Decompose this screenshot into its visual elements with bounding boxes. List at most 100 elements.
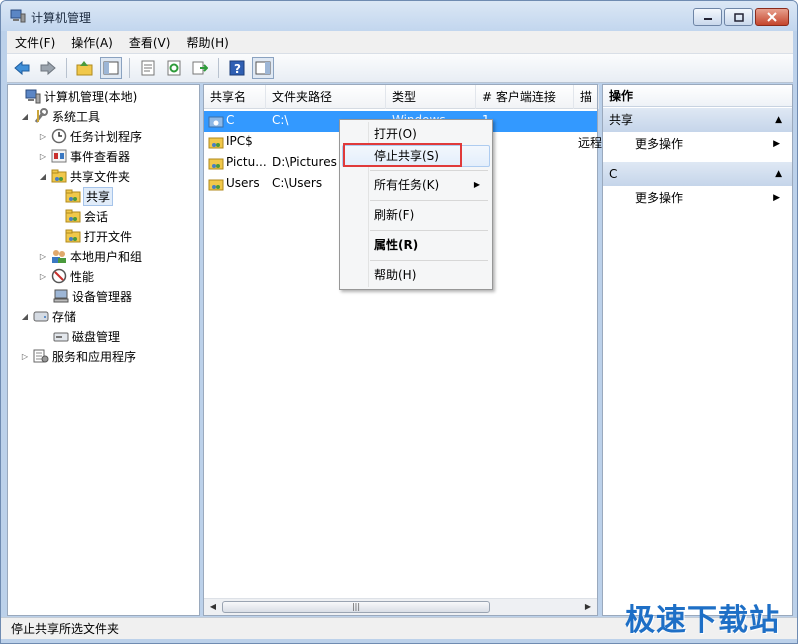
collapse-up-icon[interactable]: ▲ [775, 162, 782, 186]
tree-item-label: 会话 [84, 209, 109, 224]
tree-item-label: 性能 [70, 269, 95, 284]
toolbar-separator [129, 58, 130, 78]
shared-folder-icon [65, 229, 81, 243]
tree-item-label: 共享文件夹 [70, 169, 131, 184]
tree-item-event-viewer[interactable]: ▷ 事件查看器 [38, 146, 130, 166]
column-header-folder-path[interactable]: 文件夹路径 [266, 85, 386, 109]
shared-folder-icon [65, 209, 81, 223]
tree-item-storage[interactable]: ◢ 存储 [20, 306, 76, 326]
forward-button[interactable] [37, 57, 59, 79]
tree-item-label: 事件查看器 [70, 149, 131, 164]
tree-item-shared-folders[interactable]: ◢ 共享文件夹 [38, 166, 130, 186]
forward-icon [40, 60, 56, 76]
export-list-button[interactable] [189, 57, 211, 79]
scroll-right-icon[interactable]: ▶ [582, 601, 594, 613]
context-menu-refresh[interactable]: 刷新(F) [342, 204, 490, 226]
action-section-title: 共享 [609, 113, 634, 127]
tree-item-label: 设备管理器 [72, 289, 133, 304]
up-icon [76, 61, 93, 76]
context-menu-open[interactable]: 打开(O) [342, 123, 490, 145]
show-hide-action-pane-button[interactable] [252, 57, 274, 79]
performance-icon [51, 268, 67, 284]
scroll-left-icon[interactable]: ◀ [207, 601, 219, 613]
column-header-share-name[interactable]: 共享名 [204, 85, 266, 109]
close-icon [767, 12, 777, 22]
folder-path: C:\Users [272, 176, 323, 190]
disk-icon [53, 332, 69, 342]
context-menu-label: 所有任务(K) [374, 178, 440, 192]
maximize-icon [733, 12, 744, 22]
show-hide-tree-icon [103, 61, 119, 75]
menu-view[interactable]: 查看(V) [121, 34, 179, 51]
maximize-button[interactable] [724, 8, 753, 26]
expand-arrow-icon[interactable]: ▷ [38, 152, 48, 161]
more-actions-item[interactable]: 更多操作 ▶ [603, 186, 792, 210]
context-menu-separator [370, 260, 488, 261]
shared-folder-icon [51, 169, 67, 183]
refresh-button[interactable] [163, 57, 185, 79]
more-actions-item[interactable]: 更多操作 ▶ [603, 132, 792, 156]
tree-item-local-users-groups[interactable]: ▷ 本地用户和组 [38, 246, 142, 266]
menu-file[interactable]: 文件(F) [7, 34, 63, 51]
show-hide-action-pane-icon [255, 61, 271, 75]
svg-text:?: ? [234, 62, 241, 76]
tools-icon [34, 108, 48, 123]
show-hide-tree-button[interactable] [100, 57, 122, 79]
collapse-up-icon[interactable]: ▲ [775, 108, 782, 132]
menu-help[interactable]: 帮助(H) [178, 34, 236, 51]
horizontal-scrollbar[interactable]: ◀ ||| ▶ [204, 598, 597, 615]
column-header-client-connections[interactable]: # 客户端连接 [476, 85, 574, 109]
tree-item-performance[interactable]: ▷ 性能 [38, 266, 94, 286]
export-list-icon [192, 61, 208, 75]
expand-arrow-icon[interactable]: ▷ [20, 352, 30, 361]
column-header-description[interactable]: 描述 [574, 85, 599, 109]
collapse-arrow-icon[interactable]: ◢ [20, 112, 30, 121]
tree-item-disk-management[interactable]: 磁盘管理 [50, 326, 120, 346]
menu-action[interactable]: 操作(A) [63, 34, 121, 51]
help-icon: ? [229, 60, 245, 76]
shared-folder-icon [208, 179, 224, 191]
tree-item-computer-management[interactable]: 计算机管理(本地) [12, 86, 137, 106]
column-header-type[interactable]: 类型 [386, 85, 476, 109]
properties-button[interactable] [137, 57, 159, 79]
expand-arrow-icon[interactable]: ▷ [38, 252, 48, 261]
folder-path: C:\ [272, 113, 289, 127]
tree-item-system-tools[interactable]: ◢ 系统工具 [20, 106, 100, 126]
close-button[interactable] [755, 8, 789, 26]
shared-folder-icon [208, 137, 224, 149]
context-menu-properties[interactable]: 属性(R) [342, 234, 490, 256]
back-button[interactable] [11, 57, 33, 79]
expand-arrow-icon[interactable]: ▷ [38, 272, 48, 281]
tree-item-label: 打开文件 [84, 229, 133, 244]
help-button[interactable]: ? [226, 57, 248, 79]
tree-item-label: 磁盘管理 [72, 329, 121, 344]
tree-item-label: 计算机管理(本地) [44, 89, 138, 104]
action-section-title: C [609, 167, 618, 181]
action-section-c[interactable]: C ▲ [603, 162, 792, 186]
tree-item-device-manager[interactable]: 设备管理器 [50, 286, 132, 306]
scrollbar-thumb[interactable]: ||| [222, 601, 490, 613]
collapse-arrow-icon[interactable]: ◢ [38, 172, 48, 181]
status-text: 停止共享所选文件夹 [11, 622, 120, 636]
tree-item-shares[interactable]: 共享 [62, 186, 114, 206]
action-section-shares[interactable]: 共享 ▲ [603, 108, 792, 132]
up-button[interactable] [74, 57, 96, 79]
context-menu-all-tasks[interactable]: 所有任务(K) ▶ [342, 174, 490, 196]
shared-folder-icon [208, 158, 224, 170]
share-description: 远程 [578, 136, 603, 150]
tree-item-open-files[interactable]: 打开文件 [62, 226, 132, 246]
minimize-button[interactable] [693, 8, 722, 26]
context-menu-separator [370, 170, 488, 171]
action-pane: 操作 共享 ▲ 更多操作 ▶ C ▲ 更多操作 ▶ [602, 84, 793, 616]
tree-item-services-applications[interactable]: ▷ 服务和应用程序 [20, 346, 136, 366]
collapse-arrow-icon[interactable]: ◢ [20, 312, 30, 321]
refresh-icon [167, 60, 181, 76]
expand-arrow-icon[interactable]: ▷ [38, 132, 48, 141]
context-menu-help[interactable]: 帮助(H) [342, 264, 490, 286]
shared-folder-icon [208, 116, 224, 128]
title-bar[interactable]: 计算机管理 [1, 1, 797, 31]
toolbar-separator [66, 58, 67, 78]
tree-item-sessions[interactable]: 会话 [62, 206, 108, 226]
action-pane-title: 操作 [603, 85, 792, 107]
tree-item-task-scheduler[interactable]: ▷ 任务计划程序 [38, 126, 142, 146]
